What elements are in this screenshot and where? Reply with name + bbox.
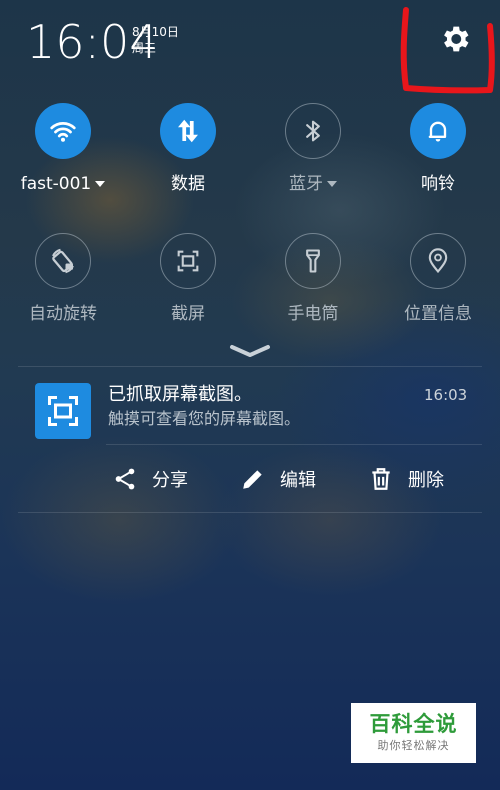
bluetooth-button[interactable]	[285, 103, 341, 159]
weekday-text: 周三	[132, 41, 157, 55]
flashlight-icon	[306, 249, 320, 273]
toggle-ring[interactable]: 响铃	[383, 103, 493, 195]
data-button[interactable]	[160, 103, 216, 159]
bell-icon	[428, 121, 447, 142]
location-icon	[428, 248, 448, 274]
rotate-icon	[52, 248, 74, 274]
watermark-main: 百科全说	[369, 712, 458, 736]
divider	[18, 366, 482, 367]
notification-title: 已抓取屏幕截图。	[108, 384, 252, 405]
toggle-bluetooth-label-row[interactable]: 蓝牙	[258, 173, 368, 195]
toggle-screenshot-label: 截屏	[171, 304, 205, 324]
date-text: 8月10日	[132, 25, 179, 39]
ring-button[interactable]	[410, 103, 466, 159]
bluetooth-icon	[306, 120, 320, 142]
toggle-data-label: 数据	[171, 174, 205, 194]
screenshot-icon	[48, 396, 78, 426]
notification-app-icon	[35, 383, 91, 439]
screenshot-icon	[177, 250, 199, 272]
toggle-auto-rotate[interactable]: 自动旋转	[8, 233, 118, 325]
share-icon	[115, 468, 135, 490]
settings-button[interactable]	[438, 22, 472, 56]
edit-label: 编辑	[280, 470, 316, 491]
toggle-data[interactable]: 数据	[133, 103, 243, 195]
toggle-screenshot[interactable]: 截屏	[133, 233, 243, 325]
expand-chevron-icon[interactable]	[228, 342, 272, 360]
toggle-location[interactable]: 位置信息	[383, 233, 493, 325]
chevron-down-icon	[327, 181, 337, 187]
toggle-auto-rotate-label: 自动旋转	[29, 304, 97, 324]
toggle-wifi-label-row[interactable]: fast-001	[8, 173, 118, 195]
notification-subtitle: 触摸可查看您的屏幕截图。	[108, 409, 301, 428]
trash-icon	[372, 468, 390, 490]
toggle-wifi[interactable]: fast-001	[8, 103, 118, 195]
notification-time: 16:03	[424, 386, 468, 404]
toggle-flashlight-label: 手电筒	[287, 304, 339, 324]
auto-rotate-button[interactable]	[35, 233, 91, 289]
toggle-bluetooth[interactable]: 蓝牙	[258, 103, 368, 195]
pencil-icon	[243, 470, 262, 489]
wifi-button[interactable]	[35, 103, 91, 159]
delete-label: 删除	[408, 470, 444, 491]
watermark-logo: 百科全说 助你轻松解决	[351, 703, 476, 763]
toggle-bluetooth-label: 蓝牙	[289, 174, 323, 194]
divider	[18, 512, 482, 513]
divider	[106, 444, 482, 445]
toggle-location-label: 位置信息	[404, 304, 472, 324]
watermark-sub: 助你轻松解决	[377, 739, 450, 752]
location-button[interactable]	[410, 233, 466, 289]
chevron-down-icon	[95, 181, 106, 187]
screenshot-button[interactable]	[160, 233, 216, 289]
delete-button[interactable]: 删除	[368, 463, 444, 495]
toggle-ring-label: 响铃	[421, 174, 455, 194]
wifi-icon	[50, 121, 76, 142]
data-icon	[178, 119, 198, 143]
gear-icon	[444, 26, 469, 52]
date-block: 8月10日 周三	[132, 24, 179, 56]
edit-button[interactable]: 编辑	[240, 463, 316, 495]
share-button[interactable]: 分享	[112, 463, 188, 495]
toggle-flashlight[interactable]: 手电筒	[258, 233, 368, 325]
share-label: 分享	[152, 470, 188, 491]
toggle-wifi-label: fast-001	[20, 174, 92, 194]
flashlight-button[interactable]	[285, 233, 341, 289]
